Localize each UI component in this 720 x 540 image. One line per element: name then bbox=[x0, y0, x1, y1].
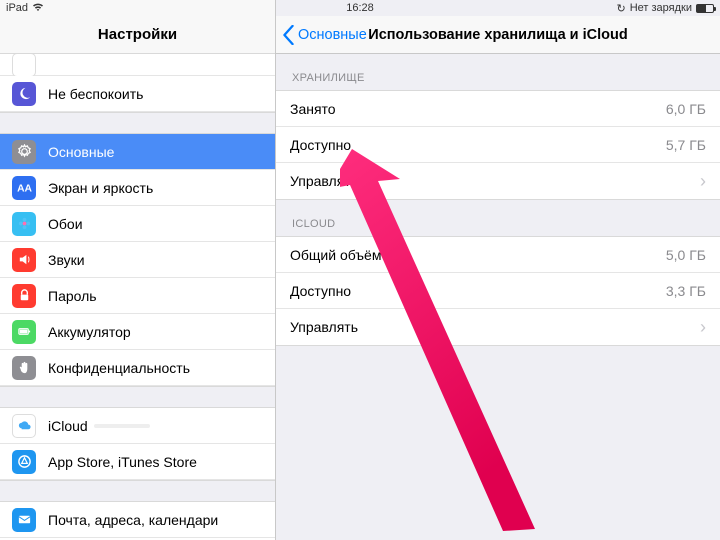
cell-Доступно: Доступно 3,3 ГБ bbox=[276, 273, 720, 309]
sidebar-item-cloud[interactable]: iCloud bbox=[0, 408, 275, 444]
sidebar: Настройки Не беспокоить Основные AA Экран и… bbox=[0, 0, 276, 540]
moon-icon bbox=[12, 82, 36, 106]
sync-icon: ↻ bbox=[617, 2, 626, 15]
page-title: Использование хранилища и iCloud bbox=[368, 27, 627, 43]
sidebar-item-appstore[interactable]: App Store, iTunes Store bbox=[0, 444, 275, 480]
cell-value: 6,0 ГБ bbox=[666, 101, 706, 117]
sidebar-item-battery[interactable]: Аккумулятор bbox=[0, 314, 275, 350]
sound-icon bbox=[12, 248, 36, 272]
battery-icon bbox=[696, 4, 714, 13]
cell-group: Общий объём 5,0 ГБ Доступно 3,3 ГБ Управлять… bbox=[276, 236, 720, 346]
brightness-icon: AA bbox=[12, 176, 36, 200]
cell-value: 5,0 ГБ bbox=[666, 247, 706, 263]
icloud-account bbox=[94, 424, 150, 428]
charging-label: Нет зарядки bbox=[630, 2, 692, 14]
sidebar-item-label: Звуки bbox=[48, 252, 85, 268]
chevron-left-icon bbox=[282, 25, 295, 45]
chevron-right-icon: › bbox=[700, 317, 706, 338]
main-header: Основные Использование хранилища и iClou… bbox=[276, 16, 720, 54]
flower-icon bbox=[12, 212, 36, 236]
sidebar-item-gear[interactable]: Основные bbox=[0, 134, 275, 170]
sidebar-item-label: Не беспокоить bbox=[48, 86, 143, 102]
sidebar-item-label: Пароль bbox=[48, 288, 97, 304]
cell-value: 3,3 ГБ bbox=[666, 283, 706, 299]
sidebar-item-moon[interactable]: Не беспокоить bbox=[0, 76, 275, 112]
sidebar-list[interactable]: Не беспокоить Основные AA Экран и яркость Об… bbox=[0, 54, 275, 540]
sidebar-item-flower[interactable]: Обои bbox=[0, 206, 275, 242]
sidebar-item-lock[interactable]: Пароль bbox=[0, 278, 275, 314]
main-pane: Основные Использование хранилища и iClou… bbox=[276, 0, 720, 540]
appstore-icon bbox=[12, 450, 36, 474]
sidebar-item-label: Обои bbox=[48, 216, 83, 232]
section-header: ICLOUD bbox=[276, 200, 720, 236]
back-button[interactable]: Основные bbox=[282, 16, 367, 53]
section-header: ХРАНИЛИЩЕ bbox=[276, 54, 720, 90]
sidebar-item-label: Основные bbox=[48, 144, 114, 160]
sidebar-item-label: Экран и яркость bbox=[48, 180, 153, 196]
hand-icon bbox=[12, 356, 36, 380]
sidebar-item-brightness[interactable]: AA Экран и яркость bbox=[0, 170, 275, 206]
cell-label: Управлять bbox=[290, 173, 358, 189]
battery-icon bbox=[12, 320, 36, 344]
sidebar-item-label: iCloud bbox=[48, 418, 88, 434]
chevron-right-icon: › bbox=[700, 171, 706, 192]
cell-Управлять[interactable]: Управлять › bbox=[276, 309, 720, 345]
cell-Доступно: Доступно 5,7 ГБ bbox=[276, 127, 720, 163]
cloud-icon bbox=[12, 414, 36, 438]
gear-icon bbox=[12, 140, 36, 164]
mail-icon bbox=[12, 508, 36, 532]
cell-group: Занято 6,0 ГБ Доступно 5,7 ГБ Управлять › bbox=[276, 90, 720, 200]
sidebar-title: Настройки bbox=[0, 16, 275, 54]
wifi-icon bbox=[32, 2, 44, 15]
clock: 16:28 bbox=[346, 2, 374, 14]
sidebar-item-sound[interactable]: Звуки bbox=[0, 242, 275, 278]
sidebar-item-mail[interactable]: Почта, адреса, календари bbox=[0, 502, 275, 538]
cell-label: Общий объём bbox=[290, 247, 381, 263]
sidebar-item-label: Конфиденциальность bbox=[48, 360, 190, 376]
status-bar: iPad 16:28 ↻ Нет зарядки bbox=[0, 0, 720, 16]
cell-label: Доступно bbox=[290, 137, 351, 153]
back-label: Основные bbox=[298, 27, 367, 43]
sidebar-item-hand[interactable]: Конфиденциальность bbox=[0, 350, 275, 386]
sidebar-item-label: Почта, адреса, календари bbox=[48, 512, 218, 528]
svg-text:AA: AA bbox=[17, 183, 32, 194]
device-label: iPad bbox=[6, 2, 28, 14]
main-content[interactable]: ХРАНИЛИЩЕ Занято 6,0 ГБ Доступно 5,7 ГБ Управ… bbox=[276, 54, 720, 346]
cell-Управлять[interactable]: Управлять › bbox=[276, 163, 720, 199]
sidebar-item-hidden[interactable] bbox=[0, 54, 275, 76]
sidebar-item-label: Аккумулятор bbox=[48, 324, 131, 340]
cell-Общий объём: Общий объём 5,0 ГБ bbox=[276, 237, 720, 273]
cell-label: Доступно bbox=[290, 283, 351, 299]
hidden-icon bbox=[12, 54, 36, 77]
cell-value: 5,7 ГБ bbox=[666, 137, 706, 153]
cell-label: Занято bbox=[290, 101, 336, 117]
sidebar-item-label: App Store, iTunes Store bbox=[48, 454, 197, 470]
cell-Занято: Занято 6,0 ГБ bbox=[276, 91, 720, 127]
cell-label: Управлять bbox=[290, 319, 358, 335]
lock-icon bbox=[12, 284, 36, 308]
